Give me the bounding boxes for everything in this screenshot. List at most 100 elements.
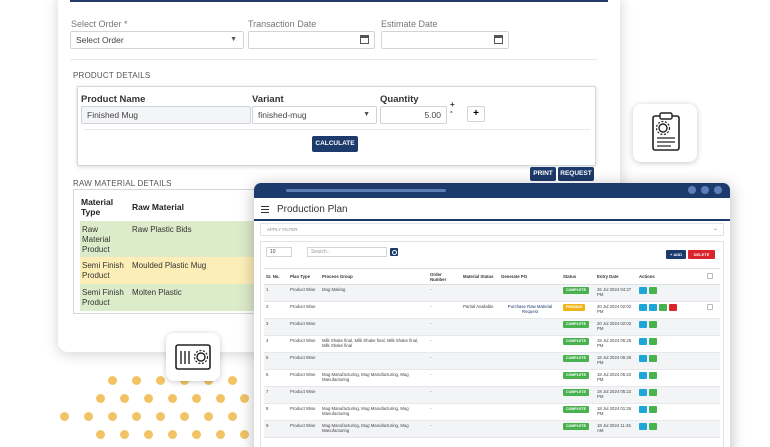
variant-value: finished-mug xyxy=(258,110,307,120)
variant-dropdown[interactable]: finished-mug ▼ xyxy=(252,106,377,124)
calendar-icon[interactable] xyxy=(360,35,369,44)
table-row[interactable]: 1 Product Wise Mug Making - COMPLETE 26 Jul 2… xyxy=(264,284,720,302)
hamburger-icon[interactable] xyxy=(261,206,269,213)
select-cell[interactable] xyxy=(705,335,720,353)
edit-icon[interactable] xyxy=(649,422,657,430)
decorative-dot xyxy=(84,412,93,421)
table-row[interactable]: 7 Product Wise - COMPLETE 18 Jul 2024 05:22 … xyxy=(264,386,720,404)
column-header[interactable]: Process Group xyxy=(320,268,428,285)
status-badge: COMPLETE xyxy=(563,354,589,362)
process-group-cell xyxy=(320,386,428,404)
delete-icon[interactable] xyxy=(669,303,677,311)
clipboard-gear-badge xyxy=(633,104,697,162)
view-icon[interactable] xyxy=(639,371,647,379)
column-header[interactable]: Entry Date xyxy=(595,268,637,285)
window-dot[interactable] xyxy=(714,186,722,194)
table-row[interactable]: 6 Product Wise Mug Manufacturing, Mug Manu… xyxy=(264,369,720,387)
column-header[interactable]: Plan Type xyxy=(288,268,320,285)
column-header[interactable]: Generate PO xyxy=(499,268,561,285)
transaction-date-input[interactable] xyxy=(248,31,375,49)
view-icon[interactable] xyxy=(639,422,647,430)
edit-icon[interactable] xyxy=(649,354,657,362)
column-header[interactable]: Status xyxy=(561,268,595,285)
view-icon[interactable] xyxy=(639,354,647,362)
table-row[interactable]: 3 Product Wise - COMPLETE 20 Jul 2024 02:02 … xyxy=(264,318,720,336)
calculate-button[interactable]: CALCULATE xyxy=(312,136,358,152)
edit-icon[interactable] xyxy=(649,388,657,396)
filter-label: APPLY FILTER xyxy=(267,227,298,232)
edit-icon[interactable] xyxy=(659,303,667,311)
material-status-cell xyxy=(461,352,499,370)
add-button[interactable]: + ADD xyxy=(666,250,686,259)
view-icon[interactable] xyxy=(639,320,647,328)
edit-icon[interactable] xyxy=(649,337,657,345)
decorative-dot xyxy=(168,394,177,403)
column-header[interactable]: Actions xyxy=(637,268,705,285)
plan-type-cell: Product Wise xyxy=(288,386,320,404)
window-dot[interactable] xyxy=(701,186,709,194)
divider xyxy=(70,59,597,60)
status-cell: COMPLETE xyxy=(561,284,595,302)
plan-type-cell: Product Wise xyxy=(288,403,320,421)
select-cell[interactable] xyxy=(705,403,720,421)
decorative-dot xyxy=(108,412,117,421)
table-row[interactable]: 5 Product Wise - COMPLETE 18 Jul 2024 05:25 … xyxy=(264,352,720,370)
sr-cell: 7 xyxy=(264,386,288,404)
status-cell: COMPLETE xyxy=(561,369,595,387)
decorative-dots xyxy=(60,376,270,447)
table-row[interactable]: 4 Product Wise Milk Shake final, Milk Shak… xyxy=(264,335,720,353)
window-dot[interactable] xyxy=(688,186,696,194)
view-icon[interactable] xyxy=(639,388,647,396)
row-checkbox[interactable] xyxy=(707,303,713,310)
table-row[interactable]: 8 Product Wise Mug Manufacturing, Mug Manu… xyxy=(264,403,720,421)
actions-cell xyxy=(637,318,705,336)
select-cell[interactable] xyxy=(705,318,720,336)
select-cell[interactable] xyxy=(705,386,720,404)
quantity-stepper[interactable]: + - xyxy=(450,101,455,116)
step-down-icon[interactable]: - xyxy=(450,108,455,116)
select-cell[interactable] xyxy=(705,369,720,387)
select-cell[interactable] xyxy=(705,284,720,302)
select-cell[interactable] xyxy=(705,301,720,319)
add-row-button[interactable]: + xyxy=(467,106,485,122)
material-status-cell xyxy=(461,403,499,421)
generate-po-cell[interactable]: Purchase Raw Material Request xyxy=(499,301,561,319)
column-header[interactable]: Sr. No. xyxy=(264,268,288,285)
column-header[interactable]: Order Number xyxy=(428,268,461,285)
order-number-cell: - xyxy=(428,318,461,336)
view-icon[interactable] xyxy=(639,303,647,311)
select-cell[interactable] xyxy=(705,420,720,438)
edit-icon[interactable] xyxy=(649,286,657,294)
request-button[interactable]: REQUEST xyxy=(558,167,594,181)
address-bar xyxy=(286,189,446,192)
status-cell: PENDING xyxy=(561,301,595,319)
table-row[interactable]: 9 Product Wise Mug Manufacturing, Mug Manu… xyxy=(264,420,720,438)
page-size-select[interactable]: 10 xyxy=(266,247,292,257)
edit-icon[interactable] xyxy=(649,371,657,379)
apply-filter-bar[interactable]: APPLY FILTER ⌄ xyxy=(260,223,724,236)
select-order-dropdown[interactable]: Select Order ▼ xyxy=(70,31,244,49)
search-icon[interactable] xyxy=(390,248,398,256)
delete-button[interactable]: DELETE xyxy=(688,250,715,259)
print-button[interactable]: PRINT xyxy=(530,167,556,181)
view-icon[interactable] xyxy=(639,337,647,345)
select-all-header[interactable] xyxy=(705,268,720,285)
status-badge: COMPLETE xyxy=(563,320,589,328)
table-row[interactable]: 2 Product Wise - Partial Available Purchase … xyxy=(264,301,720,319)
material-status-cell xyxy=(461,335,499,353)
product-name-field[interactable]: Finished Mug xyxy=(81,106,251,124)
view-icon[interactable] xyxy=(639,405,647,413)
chevron-down-icon[interactable]: ⌄ xyxy=(713,224,718,235)
view-icon[interactable] xyxy=(649,303,657,311)
edit-icon[interactable] xyxy=(649,320,657,328)
search-input[interactable]: Search.. xyxy=(307,247,387,257)
view-icon[interactable] xyxy=(639,286,647,294)
column-header[interactable]: Material Status xyxy=(461,268,499,285)
select-all-checkbox[interactable] xyxy=(707,273,713,279)
calendar-icon[interactable] xyxy=(494,35,503,44)
edit-icon[interactable] xyxy=(649,405,657,413)
select-cell[interactable] xyxy=(705,352,720,370)
estimate-date-input[interactable] xyxy=(381,31,509,49)
quantity-input[interactable]: 5.00 xyxy=(380,106,447,124)
raw-material-cell: Molten Plastic xyxy=(132,288,182,297)
